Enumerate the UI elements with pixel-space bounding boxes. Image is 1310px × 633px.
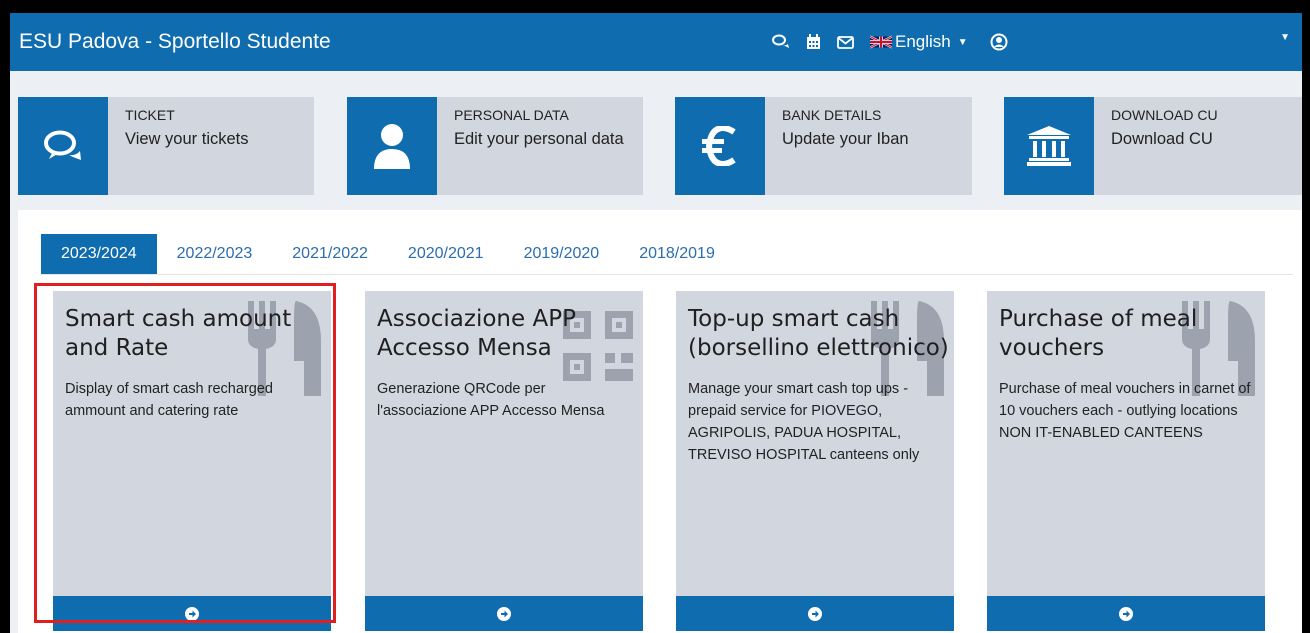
tab-2023-2024[interactable]: 2023/2024 bbox=[41, 234, 157, 274]
mail-icon[interactable] bbox=[837, 35, 854, 49]
quick-card-text: Edit your personal data bbox=[454, 130, 624, 148]
uk-flag-icon bbox=[870, 35, 892, 49]
calendar-icon[interactable] bbox=[806, 34, 821, 50]
top-navbar: ESU Padova - Sportello Studente English … bbox=[10, 13, 1302, 71]
quick-card-category: DOWNLOAD CU bbox=[1111, 107, 1218, 123]
service-card-top-up-smart-cash[interactable]: Top-up smart cash (borsellino elettronic… bbox=[676, 291, 954, 631]
navbar-icons: English ▼ bbox=[772, 30, 1024, 54]
tab-2020-2021[interactable]: 2020/2021 bbox=[388, 234, 504, 274]
quick-card-category: TICKET bbox=[125, 107, 175, 123]
quick-card-text: Update your Iban bbox=[782, 130, 909, 148]
quick-card-ticket[interactable]: TICKET View your tickets bbox=[18, 97, 314, 195]
year-tabs: 2023/2024 2022/2023 2021/2022 2020/2021 … bbox=[41, 234, 735, 274]
quick-card-download-cu[interactable]: DOWNLOAD CU Download CU bbox=[1004, 97, 1302, 195]
card-open-button[interactable] bbox=[987, 596, 1265, 631]
app-title[interactable]: ESU Padova - Sportello Studente bbox=[19, 30, 331, 54]
user-menu-chevron-icon[interactable]: ▼ bbox=[1280, 32, 1290, 43]
service-card-meal-vouchers[interactable]: Purchase of meal vouchers Purchase of me… bbox=[987, 291, 1265, 631]
card-title: Associazione APP Accesso Mensa bbox=[377, 306, 576, 361]
user-icon bbox=[347, 97, 437, 195]
quick-card-category: PERSONAL DATA bbox=[454, 107, 569, 123]
tab-divider bbox=[41, 274, 1293, 275]
euro-icon bbox=[675, 97, 765, 195]
card-open-button[interactable] bbox=[676, 596, 954, 631]
service-card-app-accesso-mensa[interactable]: Associazione APP Accesso Mensa Generazio… bbox=[365, 291, 643, 631]
comments-icon bbox=[18, 97, 108, 195]
card-description: Manage your smart cash top ups - prepaid… bbox=[688, 381, 920, 463]
quick-card-text: View your tickets bbox=[125, 130, 249, 148]
comments-icon[interactable] bbox=[772, 34, 790, 50]
tab-2021-2022[interactable]: 2021/2022 bbox=[272, 234, 388, 274]
card-title: Purchase of meal vouchers bbox=[999, 306, 1198, 361]
bank-icon bbox=[1004, 97, 1094, 195]
card-description: Purchase of meal vouchers in carnet of 1… bbox=[999, 381, 1251, 441]
tab-2022-2023[interactable]: 2022/2023 bbox=[157, 234, 273, 274]
language-selector[interactable]: English ▼ bbox=[870, 32, 968, 52]
quick-card-category: BANK DETAILS bbox=[782, 107, 882, 123]
chevron-down-icon: ▼ bbox=[957, 36, 968, 48]
tab-2018-2019[interactable]: 2018/2019 bbox=[619, 234, 735, 274]
arrow-circle-right-icon bbox=[808, 606, 822, 621]
arrow-circle-right-icon bbox=[497, 606, 511, 621]
quick-card-bank-details[interactable]: BANK DETAILS Update your Iban bbox=[675, 97, 972, 195]
card-open-button[interactable] bbox=[365, 596, 643, 631]
arrow-circle-right-icon bbox=[1119, 606, 1133, 621]
quick-card-text: Download CU bbox=[1111, 130, 1213, 148]
user-icon[interactable] bbox=[990, 33, 1008, 51]
highlight-box bbox=[34, 283, 336, 623]
tab-2019-2020[interactable]: 2019/2020 bbox=[504, 234, 620, 274]
language-label: English bbox=[895, 32, 951, 51]
card-title: Top-up smart cash (borsellino elettronic… bbox=[688, 306, 949, 361]
quick-card-personal-data[interactable]: PERSONAL DATA Edit your personal data bbox=[347, 97, 643, 195]
card-description: Generazione QRCode per l'associazione AP… bbox=[377, 381, 605, 419]
